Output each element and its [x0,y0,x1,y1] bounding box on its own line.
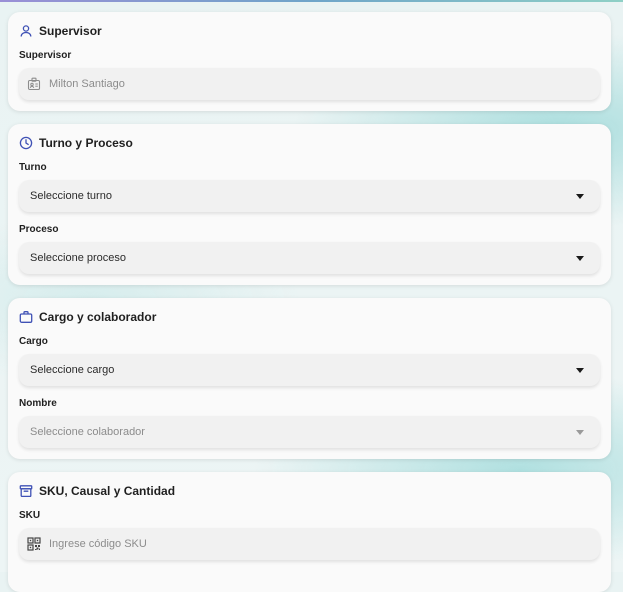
cargo-colaborador-card-title: Cargo y colaborador [39,310,157,324]
sku-causal-card-header: SKU, Causal y Cantidad [19,482,175,500]
colaborador-select[interactable]: Seleccione colaborador [19,416,600,448]
person-icon [19,24,33,38]
clock-icon [19,136,33,150]
cargo-select-text: Seleccione cargo [30,364,115,376]
turno-select[interactable]: Seleccione turno [19,180,600,212]
colaborador-select-text: Seleccione colaborador [30,426,145,438]
cargo-colaborador-card: Cargo y colaborador Cargo Seleccione car… [8,298,611,459]
turno-select-text: Seleccione turno [30,190,112,202]
chevron-down-icon [576,430,584,435]
sku-label: SKU [19,510,41,521]
chevron-down-icon [576,256,584,261]
turno-proceso-card-header: Turno y Proceso [19,134,133,152]
turno-proceso-card-title: Turno y Proceso [39,136,133,150]
sku-causal-card-title: SKU, Causal y Cantidad [39,484,176,498]
proceso-label: Proceso [19,224,59,235]
cargo-select[interactable]: Seleccione cargo [19,354,600,386]
supervisor-field: Milton Santiago [19,68,600,100]
badge-icon [27,77,41,91]
top-accent-line [0,0,623,2]
sku-causal-card: SKU, Causal y Cantidad SKU Ingrese códig… [8,472,611,592]
turno-proceso-card: Turno y Proceso Turno Seleccione turno P… [8,124,611,285]
supervisor-card-header: Supervisor [19,22,102,40]
archive-box-icon [19,484,33,498]
nombre-label: Nombre [19,398,57,409]
qr-code-icon [27,537,41,551]
turno-label: Turno [19,162,47,173]
supervisor-card-title: Supervisor [39,24,102,38]
proceso-select[interactable]: Seleccione proceso [19,242,600,274]
supervisor-field-label: Supervisor [19,50,72,61]
sku-input[interactable]: Ingrese código SKU [19,528,600,560]
proceso-select-text: Seleccione proceso [30,252,127,264]
briefcase-icon [19,310,33,324]
cargo-label: Cargo [19,336,48,347]
supervisor-field-value: Milton Santiago [49,78,125,90]
chevron-down-icon [576,194,584,199]
chevron-down-icon [576,368,584,373]
supervisor-card: Supervisor Supervisor Milton Santiago [8,12,611,111]
sku-input-placeholder: Ingrese código SKU [49,538,147,550]
cargo-colaborador-card-header: Cargo y colaborador [19,308,156,326]
